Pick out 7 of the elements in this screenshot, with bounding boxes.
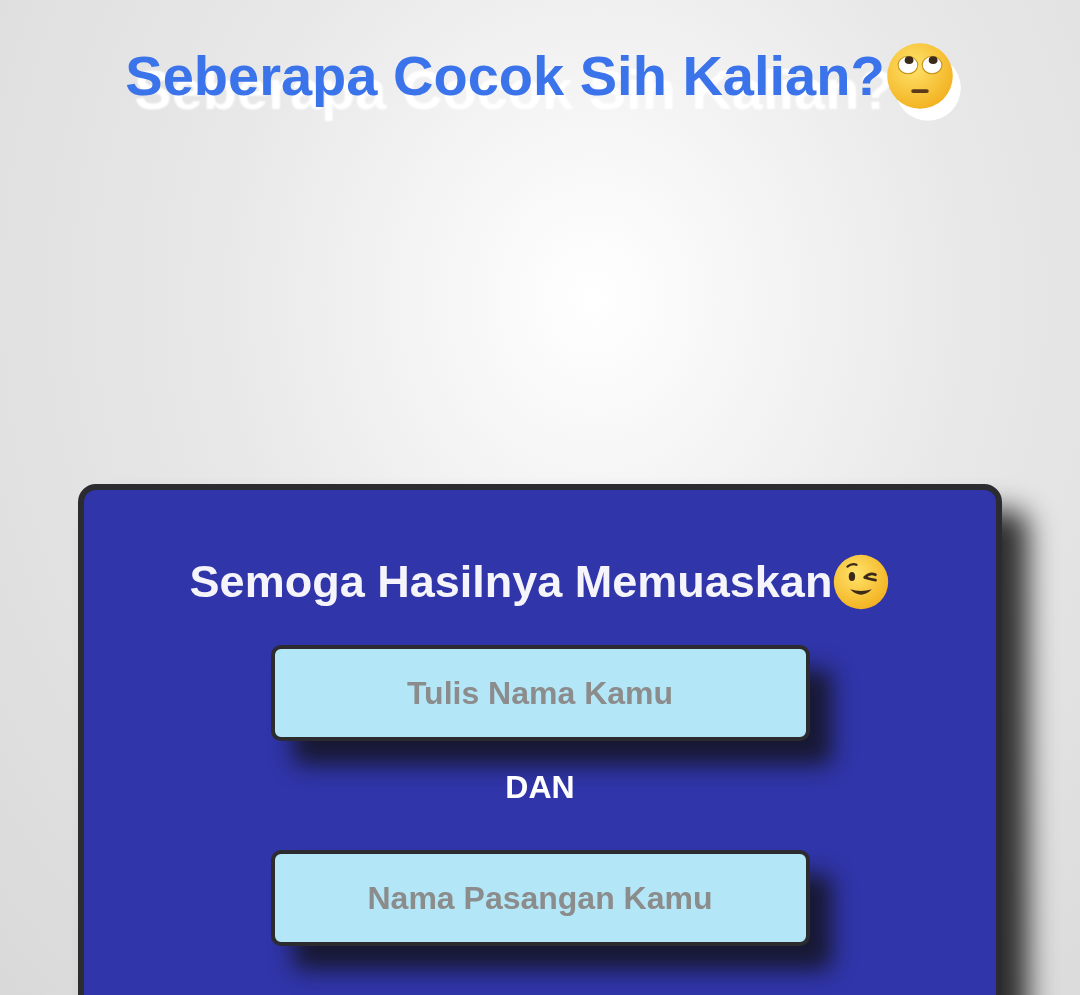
name-input-field[interactable]: Tulis Nama Kamu (270, 645, 810, 741)
card-heading: Semoga Hasilnya Memuaskan (189, 555, 833, 609)
page-title: Seberapa Cocok Sih Kalian? (125, 43, 885, 109)
winking-face-icon (832, 553, 891, 611)
conjunction-label: DAN (505, 768, 575, 807)
rolling-eyes-face-icon (884, 41, 955, 111)
name-input-field[interactable]: Nama Pasangan Kamu (270, 850, 810, 946)
